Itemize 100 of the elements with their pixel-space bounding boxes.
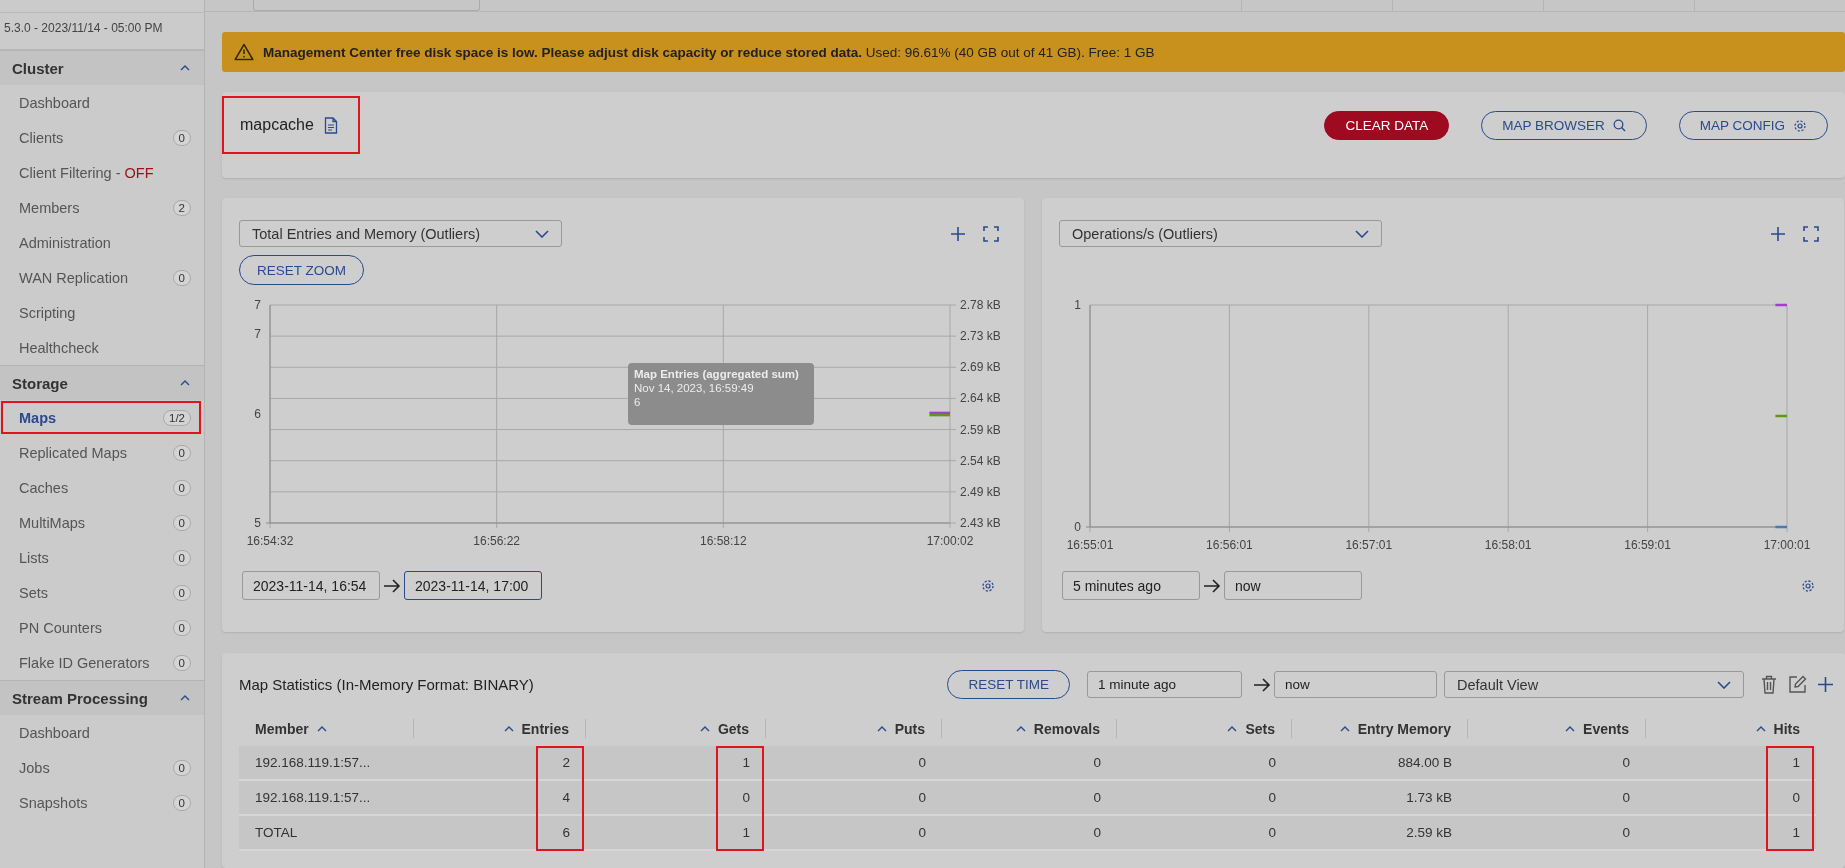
table-cell: 0 <box>1646 781 1816 816</box>
arrow-right-icon <box>1203 578 1221 593</box>
range-start-field[interactable]: 2023-11-14, 16:54 <box>242 571 380 600</box>
section-header[interactable]: Cluster <box>0 50 204 85</box>
column-header[interactable]: Member <box>239 719 414 738</box>
metric-dropdown[interactable]: Total Entries and Memory (Outliers) <box>239 220 562 247</box>
nav-label: Caches <box>19 479 69 496</box>
fullscreen-icon[interactable] <box>983 225 999 242</box>
nav-item[interactable]: Replicated Maps 0 <box>0 435 202 470</box>
nav-item[interactable]: Dashboard <box>0 715 202 750</box>
column-header[interactable]: Hits <box>1646 719 1816 738</box>
axis-label: 16:56:22 <box>473 534 521 548</box>
table-cell: 0 <box>766 746 942 781</box>
section-header[interactable]: Storage <box>0 365 204 400</box>
nav-item[interactable]: Client Filtering - OFF <box>0 155 202 190</box>
nav-item[interactable]: Flake ID Generators 0 <box>0 645 202 680</box>
range-end-field[interactable]: now <box>1224 571 1362 600</box>
table-cell: 0 <box>586 781 766 816</box>
tooltip-value: 6 <box>634 396 642 408</box>
sort-up-icon[interactable] <box>1339 725 1350 732</box>
table-cell: TOTAL <box>239 816 414 851</box>
plus-icon[interactable] <box>1818 677 1833 692</box>
nav-item[interactable]: Maps 1/2 <box>0 400 202 435</box>
count-badge: 0 <box>172 444 191 461</box>
range-end-field[interactable]: now <box>1274 671 1437 698</box>
column-header[interactable]: Events <box>1468 719 1646 738</box>
column-header[interactable]: Sets <box>1117 719 1292 738</box>
nav-item[interactable]: WAN Replication 0 <box>0 260 202 295</box>
nav-item[interactable]: Sets 0 <box>0 575 202 610</box>
nav-item[interactable]: PN Counters 0 <box>0 610 202 645</box>
sort-up-icon[interactable] <box>1015 725 1026 732</box>
axis-label: 6 <box>254 407 261 421</box>
table-cell: 0 <box>766 816 942 851</box>
range-start-field[interactable]: 5 minutes ago <box>1062 571 1200 600</box>
plus-icon[interactable] <box>951 226 965 241</box>
fullscreen-icon[interactable] <box>1803 225 1819 242</box>
nav-item[interactable]: Scripting <box>0 295 202 330</box>
chevron-up-icon <box>180 65 190 71</box>
metric-dropdown[interactable]: Operations/s (Outliers) <box>1059 220 1382 247</box>
nav-label: Healthcheck <box>19 339 99 356</box>
sort-up-icon[interactable] <box>503 725 514 732</box>
view-dropdown[interactable]: Default View <box>1444 671 1744 698</box>
nav-item[interactable]: Dashboard <box>0 85 202 120</box>
table-cell: 0 <box>1117 746 1292 781</box>
nav-item[interactable]: Jobs 0 <box>0 750 202 785</box>
chevron-down-icon <box>535 229 549 238</box>
table-cell: 192.168.119.1:57... <box>239 781 414 816</box>
range-start-field[interactable]: 1 minute ago <box>1087 671 1242 698</box>
column-header[interactable]: Puts <box>766 719 942 738</box>
chevron-down-icon <box>1717 680 1731 689</box>
plus-icon[interactable] <box>1771 226 1785 241</box>
nav-item[interactable]: Snapshots 0 <box>0 785 202 820</box>
trash-icon[interactable] <box>1761 675 1777 694</box>
column-header[interactable]: Entry Memory <box>1292 719 1468 738</box>
axis-label: 16:58:12 <box>699 534 747 548</box>
nav-item[interactable]: Administration <box>0 225 202 260</box>
axis-label: 2.69 kB <box>960 360 1001 375</box>
table-cell: 1 <box>1646 746 1816 781</box>
edit-icon[interactable] <box>1788 675 1807 694</box>
axis-label: 7 <box>254 327 261 342</box>
nav-label: Jobs <box>19 759 50 776</box>
input-field[interactable] <box>253 0 480 11</box>
nav-item[interactable]: Members 2 <box>0 190 202 225</box>
settings-icon[interactable] <box>981 578 995 593</box>
axis-label: 2.43 kB <box>960 516 1001 530</box>
sort-up-icon[interactable] <box>1755 725 1766 732</box>
statistics-title: Map Statistics (In-Memory Format: BINARY) <box>239 676 534 693</box>
axis-label: 2.64 kB <box>960 391 1001 406</box>
nav-item[interactable]: MultiMaps 0 <box>0 505 202 540</box>
table-cell: 6 <box>414 816 586 851</box>
nav-label: Flake ID Generators <box>19 654 150 671</box>
nav-label: Replicated Maps <box>19 444 127 461</box>
axis-label: 17:00:01 <box>1763 538 1811 552</box>
section-header[interactable]: Stream Processing <box>0 680 204 715</box>
gear-icon <box>1793 118 1807 133</box>
nav-label: PN Counters <box>19 619 102 636</box>
sort-up-icon[interactable] <box>1227 725 1238 732</box>
sort-up-icon[interactable] <box>876 725 887 732</box>
nav-item[interactable]: Clients 0 <box>0 120 202 155</box>
nav-label: Clients <box>19 129 64 146</box>
table-cell: 0 <box>1117 816 1292 851</box>
document-icon[interactable] <box>323 116 338 134</box>
sort-up-icon[interactable] <box>699 725 710 732</box>
count-badge: 1/2 <box>163 409 191 426</box>
column-header[interactable]: Entries <box>414 719 586 738</box>
axis-label: 16:57:01 <box>1345 538 1393 552</box>
settings-icon[interactable] <box>1801 578 1815 593</box>
column-header[interactable]: Removals <box>942 719 1117 738</box>
nav-item[interactable]: Healthcheck <box>0 330 202 365</box>
nav-item[interactable]: Lists 0 <box>0 540 202 575</box>
nav-item[interactable]: Caches 0 <box>0 470 202 505</box>
axis-label: 16:56:01 <box>1206 538 1253 552</box>
sort-up-icon[interactable] <box>316 725 327 732</box>
range-end-field[interactable]: 2023-11-14, 17:00 <box>404 571 542 600</box>
column-header[interactable]: Gets <box>586 719 766 738</box>
count-badge: 0 <box>172 129 191 146</box>
sort-up-icon[interactable] <box>1565 725 1576 732</box>
clear-data-button[interactable]: CLEAR DATA <box>1324 111 1450 140</box>
axis-label: 2.54 kB <box>960 453 1001 468</box>
chevron-up-icon <box>180 695 190 701</box>
